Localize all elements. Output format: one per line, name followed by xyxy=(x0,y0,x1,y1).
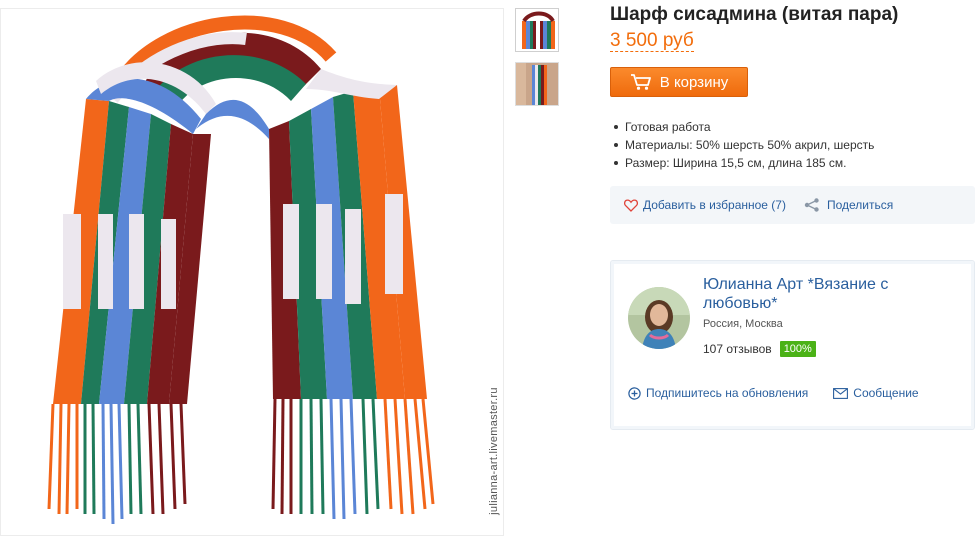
share-link[interactable]: Поделиться xyxy=(804,198,893,212)
product-actions-bar: Добавить в избранное (7) Поделиться xyxy=(610,186,975,224)
plus-circle-icon xyxy=(628,386,641,400)
subscribe-label: Подпишитесь на обновления xyxy=(646,386,809,400)
rating-badge: 100% xyxy=(779,341,816,357)
heart-icon xyxy=(624,198,638,212)
cart-icon xyxy=(630,74,651,90)
message-link[interactable]: Сообщение xyxy=(833,386,919,400)
message-label: Сообщение xyxy=(853,386,919,400)
feature-item: Размер: Ширина 15,5 см, длина 185 см. xyxy=(612,154,874,172)
thumbnail-2[interactable] xyxy=(515,62,559,106)
product-price: 3 500 руб xyxy=(610,30,694,52)
seller-location: Россия, Москва xyxy=(703,318,783,330)
feature-item: Готовая работа xyxy=(612,118,874,136)
image-watermark: julianna-art.livemaster.ru xyxy=(488,387,500,515)
product-features: Готовая работа Материалы: 50% шерсть 50%… xyxy=(612,118,874,172)
product-main-image[interactable] xyxy=(0,8,504,536)
seller-actions: Подпишитесь на обновления Сообщение xyxy=(628,386,919,400)
reviews-count[interactable]: 107 отзывов xyxy=(703,342,772,356)
share-icon xyxy=(804,198,819,212)
envelope-icon xyxy=(833,387,849,399)
seller-reviews: 107 отзывов 100% xyxy=(703,341,816,357)
share-label: Поделиться xyxy=(826,198,894,212)
seller-card: Юлианна Арт *Вязание с любовью* Россия, … xyxy=(610,260,975,430)
seller-name-link[interactable]: Юлианна Арт *Вязание с любовью* xyxy=(703,275,933,313)
add-to-favorites-link[interactable]: Добавить в избранное (7) xyxy=(624,198,786,212)
subscribe-link[interactable]: Подпишитесь на обновления xyxy=(628,386,808,400)
add-to-cart-button[interactable]: В корзину xyxy=(610,67,748,97)
seller-avatar[interactable] xyxy=(628,287,690,349)
product-title: Шарф сисадмина (витая пара) xyxy=(610,4,899,25)
thumbnail-1[interactable] xyxy=(515,8,559,52)
favorites-label: Добавить в избранное (7) xyxy=(643,198,786,212)
cart-button-label: В корзину xyxy=(659,73,729,91)
feature-item: Материалы: 50% шерсть 50% акрил, шерсть xyxy=(612,136,874,154)
